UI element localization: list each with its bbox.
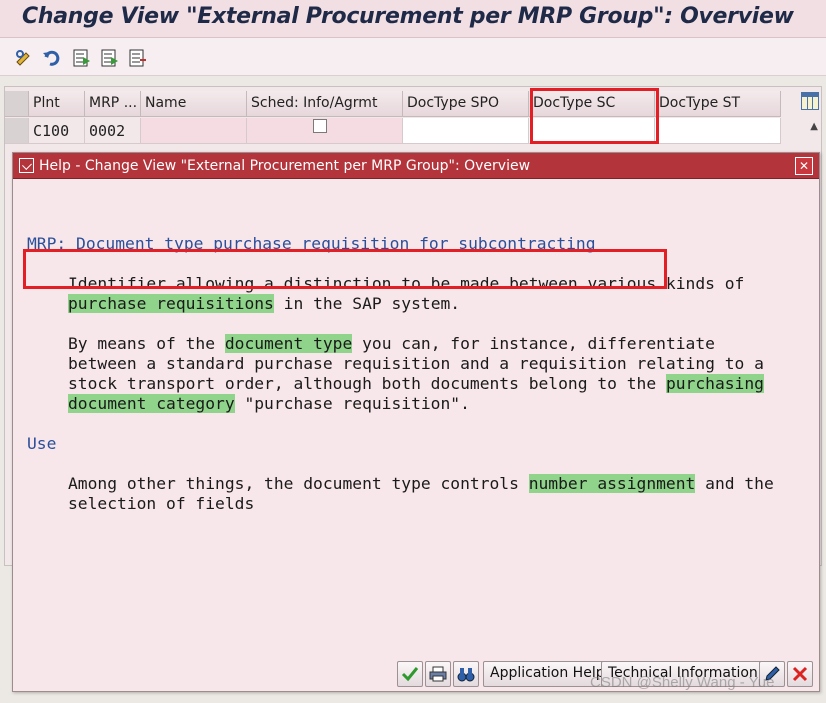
scroll-up-arrow-icon[interactable]: ▲: [810, 121, 818, 132]
column-header-plnt[interactable]: Plnt: [29, 91, 85, 117]
paragraph-2-line-4: document category "purchase requisition"…: [68, 394, 470, 413]
cancel-button[interactable]: [787, 661, 813, 687]
watermark: CSDN @Shelly Wang - Yue: [590, 674, 775, 691]
cell-sched: [247, 118, 403, 144]
table-row[interactable]: C100 0002: [5, 118, 781, 144]
find-button[interactable]: [453, 661, 479, 687]
column-header-doctype-spo[interactable]: DocType SPO: [403, 91, 529, 117]
select-block-icon[interactable]: [100, 48, 120, 68]
display-change-icon[interactable]: [14, 48, 34, 68]
printer-icon: [429, 666, 447, 682]
column-config-icon[interactable]: [801, 92, 819, 110]
select-all-icon[interactable]: [72, 48, 92, 68]
link-number-assignment[interactable]: number assignment: [528, 474, 696, 493]
column-header-mrp[interactable]: MRP ...: [85, 91, 141, 117]
doctype-st-input[interactable]: [655, 118, 781, 144]
title-bar: Change View "External Procurement per MR…: [0, 0, 826, 38]
column-header-sched[interactable]: Sched: Info/Agrmt: [247, 91, 403, 117]
cancel-icon: [792, 666, 808, 682]
highlight-box-heading: [23, 249, 667, 289]
cell-mrp: 0002: [85, 118, 141, 144]
sched-checkbox[interactable]: [313, 119, 327, 133]
toolbar: [0, 38, 826, 76]
dialog-title: Help - Change View "External Procurement…: [39, 158, 531, 174]
select-all-cell[interactable]: [5, 91, 29, 117]
page-title: Change View "External Procurement per MR…: [22, 4, 794, 29]
column-header-name[interactable]: Name: [141, 91, 247, 117]
cell-plnt: C100: [29, 118, 85, 144]
column-header-doctype-st[interactable]: DocType ST: [655, 91, 781, 117]
row-selector[interactable]: [5, 118, 29, 144]
cell-name: [141, 118, 247, 144]
table-header: Plnt MRP ... Name Sched: Info/Agrmt DocT…: [5, 91, 781, 117]
paragraph-3-line-2: selection of fields: [68, 494, 255, 513]
link-purchase-requisitions[interactable]: purchase requisitions: [68, 294, 274, 313]
undo-icon[interactable]: [42, 48, 62, 68]
paragraph-2-line-3: stock transport order, although both doc…: [68, 374, 764, 393]
checkmark-icon: [401, 667, 419, 682]
confirm-button[interactable]: [397, 661, 423, 687]
print-button[interactable]: [425, 661, 451, 687]
help-text: MRP: Document type purchase requisition …: [13, 180, 819, 650]
deselect-all-icon[interactable]: [128, 48, 148, 68]
link-document-category[interactable]: document category: [68, 394, 235, 413]
doctype-spo-input[interactable]: [403, 118, 529, 144]
highlight-box-doctype-sc: [530, 88, 659, 144]
use-heading: Use: [27, 434, 57, 453]
dialog-title-bar[interactable]: Help - Change View "External Procurement…: [13, 153, 819, 179]
paragraph-1-line-2: purchase requisitions in the SAP system.: [68, 294, 461, 313]
link-purchasing[interactable]: purchasing: [665, 374, 764, 393]
close-icon[interactable]: ✕: [795, 157, 813, 175]
window-icon: [19, 158, 34, 173]
paragraph-2-line-1: By means of the document type you can, f…: [68, 334, 715, 353]
help-dialog: Help - Change View "External Procurement…: [12, 152, 820, 692]
binoculars-icon: [457, 668, 475, 682]
paragraph-2-line-2: between a standard purchase requisition …: [68, 354, 764, 373]
paragraph-3-line-1: Among other things, the document type co…: [68, 474, 774, 493]
link-document-type[interactable]: document type: [224, 334, 353, 353]
